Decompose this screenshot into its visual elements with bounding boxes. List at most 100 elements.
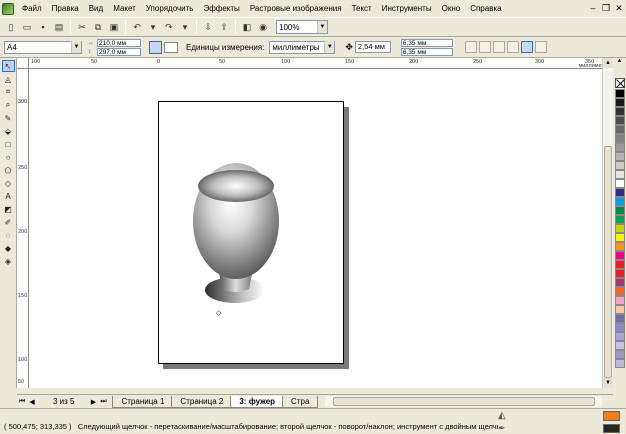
app-icon[interactable] [2,2,14,15]
color-swatch[interactable] [614,152,625,161]
ellipse-tool-icon[interactable]: ○ [2,151,15,163]
eyedropper-tool-icon[interactable]: ✐ [2,216,15,228]
color-swatch[interactable] [614,143,625,152]
fill-color-indicator[interactable] [603,411,620,421]
color-swatch[interactable] [614,98,625,107]
drawing-canvas[interactable]: ◇ [29,69,602,388]
horizontal-scrollbar[interactable] [325,396,602,407]
open-icon[interactable]: ▭ [20,20,34,34]
menu-file[interactable]: Файл [17,4,47,13]
scroll-thumb[interactable] [604,146,612,378]
chevron-down-icon[interactable]: ▼ [324,41,335,53]
fill-icon[interactable]: ◭ [498,410,506,421]
color-swatch[interactable] [614,251,625,260]
horizontal-ruler[interactable]: 100 50 0 50 100 150 200 250 300 350 милл… [29,58,613,69]
ruler-origin[interactable] [17,58,29,69]
color-swatch[interactable] [614,233,625,242]
menu-bitmaps[interactable]: Растровые изображения [245,4,347,13]
zoom-tool-icon[interactable]: ⌕ [2,99,15,111]
menu-arrange[interactable]: Упорядочить [141,4,199,13]
color-swatch[interactable] [614,359,625,368]
landscape-orientation-button[interactable] [164,41,178,53]
snap-to-grid-icon[interactable] [492,41,505,53]
paste-icon[interactable]: ▣ [107,20,121,34]
scroll-up-icon[interactable]: ▲ [603,58,613,68]
cut-icon[interactable]: ✂ [75,20,89,34]
glass-drawing[interactable]: ◇ [29,69,602,388]
basic-shapes-tool-icon[interactable]: ◇ [2,177,15,189]
shape-tool-icon[interactable]: ◬ [2,73,15,85]
menu-window[interactable]: Окно [437,4,466,13]
color-swatch[interactable] [614,341,625,350]
undo-icon[interactable]: ↶ [130,20,144,34]
current-page-icon[interactable] [478,41,491,53]
snap-to-objects-icon[interactable] [520,41,533,53]
nudge-offset-field[interactable]: 2,54 мм [354,41,391,53]
chevron-down-icon[interactable]: ▼ [71,41,81,53]
text-tool-icon[interactable]: A [2,190,15,202]
page-height-field[interactable]: 297,0 мм [97,47,141,56]
previous-page-icon[interactable]: ◀ [27,398,37,406]
interactive-fill-tool-icon[interactable]: ◈ [2,255,15,267]
vertical-scrollbar[interactable]: ▲ ▼ [602,58,613,388]
application-launcher-icon[interactable]: ◧ [240,20,254,34]
corel-online-icon[interactable]: ◉ [256,20,270,34]
pick-tool-icon[interactable]: ↖ [1,60,15,72]
color-swatch[interactable] [614,161,625,170]
units-select[interactable]: миллиметры ▼ [269,40,336,54]
polygon-tool-icon[interactable]: ⬠ [2,164,15,176]
print-icon[interactable]: ▤ [52,20,66,34]
last-page-icon[interactable]: ⏭ [98,398,108,406]
fill-tool-icon[interactable]: ◆ [2,242,15,254]
color-swatch[interactable] [614,188,625,197]
color-swatch[interactable] [614,287,625,296]
color-swatch[interactable] [614,206,625,215]
color-swatch[interactable] [614,323,625,332]
menu-edit[interactable]: Правка [47,4,84,13]
menu-text[interactable]: Текст [347,4,377,13]
color-swatch[interactable] [614,107,625,116]
glass-rim[interactable] [198,170,274,202]
outline-pen-icon[interactable]: ✒ [498,423,506,434]
color-swatch[interactable] [614,260,625,269]
color-swatch[interactable] [614,305,625,314]
close-icon[interactable]: ✕ [614,2,624,14]
duplicate-y-field[interactable]: 6,35 мм [400,47,453,56]
tab-page-3[interactable]: 3: фужер [230,395,285,408]
treat-as-filled-icon[interactable] [534,41,547,53]
tab-page-4[interactable]: Стра [282,395,319,408]
color-swatch[interactable] [614,134,625,143]
color-swatch[interactable] [614,350,625,359]
menu-help[interactable]: Справка [465,4,506,13]
color-swatch[interactable] [614,224,625,233]
chevron-down-icon[interactable]: ▼ [317,21,327,33]
outline-color-indicator[interactable] [603,424,620,433]
snap-to-guidelines-icon[interactable] [506,41,519,53]
freehand-tool-icon[interactable]: ✎ [2,112,15,124]
menu-tools[interactable]: Инструменты [377,4,437,13]
color-swatch[interactable] [614,296,625,305]
rectangle-tool-icon[interactable]: □ [2,138,15,150]
color-swatch[interactable] [614,179,625,188]
save-icon[interactable]: ▪ [36,20,50,34]
import-icon[interactable]: ⇩ [201,20,215,34]
color-swatch[interactable] [614,242,625,251]
crop-tool-icon[interactable]: ⌗ [2,86,15,98]
color-swatch[interactable] [614,278,625,287]
menu-view[interactable]: Вид [84,4,108,13]
copy-icon[interactable]: ⧉ [91,20,105,34]
minimize-icon[interactable]: – [588,2,598,14]
interactive-blend-tool-icon[interactable]: ◩ [2,203,15,215]
menu-layout[interactable]: Макет [108,4,141,13]
undo-dropdown-icon[interactable]: ▾ [146,20,160,34]
color-swatch[interactable] [614,314,625,323]
scroll-thumb[interactable] [333,397,595,406]
page-width-field[interactable]: 210,0 мм [97,38,141,47]
color-swatch[interactable] [614,197,625,206]
color-swatch[interactable] [614,269,625,278]
portrait-orientation-button[interactable] [149,40,162,54]
duplicate-x-field[interactable]: 6,35 мм [400,38,453,47]
paper-type-select[interactable]: A4 ▼ [4,40,82,54]
restore-icon[interactable]: ❐ [601,2,611,14]
selection-center-marker[interactable]: ◇ [216,310,222,317]
